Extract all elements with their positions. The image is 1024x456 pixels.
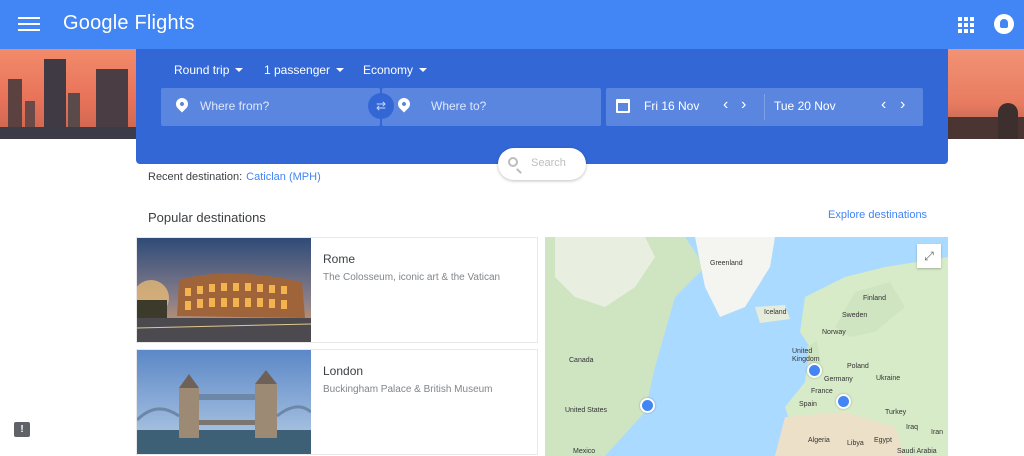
map-label-iran: Iran: [931, 429, 944, 436]
chevron-down-icon: [419, 68, 428, 72]
map-label-canada: Canada: [569, 357, 594, 364]
destination-card-rome[interactable]: Rome The Colosseum, iconic art & the Vat…: [136, 237, 538, 343]
flight-search-panel: Round trip 1 passenger Economy Where fro…: [136, 49, 948, 164]
map-label-poland: Poland: [847, 363, 869, 370]
map-marker-london[interactable]: [807, 363, 822, 378]
app-logo: Google Flights: [63, 12, 195, 34]
origin-placeholder: Where from?: [200, 99, 270, 113]
destination-name: London: [323, 364, 364, 378]
map-label-united-states: United States: [565, 407, 608, 414]
destinations-map[interactable]: Greenland Iceland Finland Sweden Norway …: [545, 237, 948, 456]
feedback-icon[interactable]: !: [14, 422, 30, 437]
date-range-picker: Fri 16 Nov ‹ › Tue 20 Nov ‹ ›: [606, 88, 923, 126]
recent-destination-link[interactable]: Caticlan (MPH): [246, 171, 321, 183]
destination-input[interactable]: Where to?: [382, 88, 601, 126]
calendar-icon: [616, 99, 630, 113]
popular-destinations-title: Popular destinations: [148, 210, 266, 225]
top-app-bar: Google Flights: [0, 0, 1024, 49]
map-label-finland: Finland: [863, 295, 886, 302]
map-label-turkey: Turkey: [885, 409, 907, 416]
depart-date[interactable]: Fri 16 Nov: [644, 99, 699, 113]
search-button[interactable]: Search: [498, 148, 586, 180]
hamburger-menu-icon[interactable]: [18, 14, 40, 34]
destination-description: The Colosseum, iconic art & the Vatican: [323, 272, 501, 283]
trip-type-label: Round trip: [174, 63, 230, 77]
search-icon: [508, 157, 518, 167]
recent-destination-label: Recent destination:: [148, 171, 243, 183]
map-label-algeria: Algeria: [808, 437, 830, 444]
map-label-germany: Germany: [824, 376, 853, 383]
map-label-france: France: [811, 388, 833, 395]
hero-image-right: [948, 49, 1024, 139]
account-icon[interactable]: [994, 14, 1014, 34]
search-button-label: Search: [531, 157, 566, 169]
map-label-norway: Norway: [822, 329, 846, 336]
map-marker-new-york[interactable]: [640, 398, 655, 413]
date-divider: [764, 94, 765, 120]
passenger-label: 1 passenger: [264, 63, 331, 77]
map-marker-rome[interactable]: [836, 394, 851, 409]
map-label-sweden: Sweden: [842, 312, 868, 319]
explore-destinations-link[interactable]: Explore destinations: [828, 209, 927, 221]
depart-prev-day-icon[interactable]: ‹: [723, 96, 728, 114]
origin-input[interactable]: Where from?: [161, 88, 380, 126]
map-label-libya: Libya: [847, 440, 864, 447]
destination-name: Rome: [323, 252, 356, 266]
chevron-down-icon: [336, 68, 345, 72]
hero-image-left: [0, 49, 136, 139]
london-tower-bridge-image: [137, 350, 311, 454]
swap-locations-icon[interactable]: ⇄: [368, 93, 394, 119]
map-label-ukraine: Ukraine: [876, 375, 901, 382]
destination-placeholder: Where to?: [431, 99, 487, 113]
fullscreen-expand-icon[interactable]: ⤢: [917, 244, 941, 268]
map-label-iraq: Iraq: [906, 424, 919, 431]
rome-colosseum-image: [137, 238, 311, 342]
map-label-egypt: Egypt: [874, 437, 892, 444]
destination-card-london[interactable]: London Buckingham Palace & British Museu…: [136, 349, 538, 455]
map-label-mexico: Mexico: [573, 448, 596, 455]
map-label-united-kingdom: United Kingdom: [792, 348, 820, 363]
return-next-day-icon[interactable]: ›: [900, 96, 905, 114]
return-date[interactable]: Tue 20 Nov: [774, 99, 836, 113]
map-label-iceland: Iceland: [764, 309, 787, 316]
trip-type-select[interactable]: Round trip: [174, 63, 244, 77]
map-label-greenland: Greenland: [710, 260, 743, 267]
chevron-down-icon: [235, 68, 244, 72]
location-pin-icon: [173, 95, 191, 113]
map-label-saudi-arabia: Saudi Arabia: [897, 448, 937, 455]
location-pin-icon: [395, 95, 413, 113]
map-label-spain: Spain: [799, 401, 817, 408]
cabin-class-select[interactable]: Economy: [363, 63, 428, 77]
recent-destination: Recent destination: Caticlan (MPH): [148, 171, 321, 183]
apps-grid-icon[interactable]: [958, 17, 974, 33]
destination-description: Buckingham Palace & British Museum: [323, 384, 493, 395]
depart-next-day-icon[interactable]: ›: [741, 96, 746, 114]
cabin-class-label: Economy: [363, 63, 414, 77]
passenger-select[interactable]: 1 passenger: [264, 63, 345, 77]
return-prev-day-icon[interactable]: ‹: [881, 96, 886, 114]
